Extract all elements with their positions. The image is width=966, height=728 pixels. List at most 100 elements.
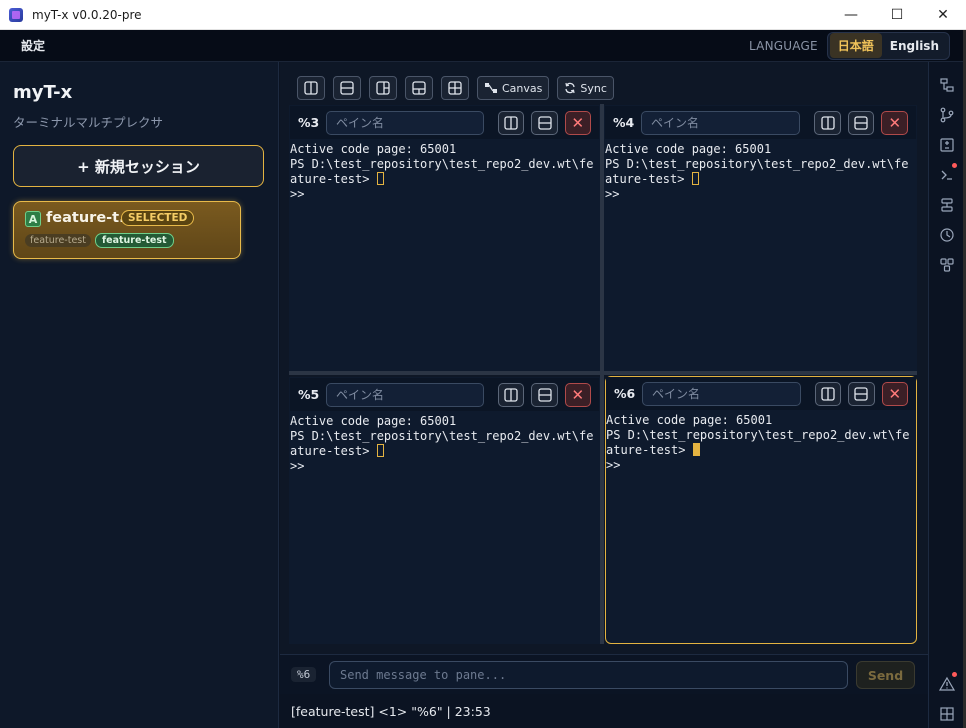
close-window-button[interactable]: ✕	[920, 0, 966, 30]
settings-menu[interactable]: 設定	[21, 37, 45, 54]
history-clock-icon[interactable]	[939, 227, 955, 243]
pane-name-input[interactable]: ペイン名	[326, 382, 484, 407]
pane-close-button[interactable]: ✕	[881, 110, 909, 135]
prompt-text: ature-test>	[606, 443, 693, 457]
sync-label: Sync	[580, 81, 607, 95]
prompt-text: ature-test>	[290, 444, 377, 458]
pane-split-vertical-button[interactable]	[497, 110, 525, 135]
minimize-button[interactable]: —	[828, 0, 874, 30]
layout-bottom-icon	[412, 81, 426, 95]
pane-name-input[interactable]: ペイン名	[326, 110, 484, 135]
prompt-text: ature-test>	[605, 172, 692, 186]
terminal-output[interactable]: Active code page: 65001 PS D:\test_reposi…	[606, 410, 916, 473]
session-card[interactable]: A feature-t... SELECTED feature-test fea…	[13, 201, 241, 259]
split-horizontal-icon	[537, 115, 552, 130]
pane-header: %3 ペイン名 ✕	[290, 106, 599, 139]
close-icon: ✕	[571, 385, 585, 404]
git-branch-icon[interactable]	[939, 107, 955, 123]
canvas-icon	[485, 83, 497, 93]
close-icon: ✕	[888, 384, 902, 403]
terminal-pane[interactable]: %4 ペイン名 ✕ Active code page: 65001 PS D:\test…	[604, 105, 917, 371]
terminal-line: ature-test>	[290, 444, 599, 459]
warning-dot	[952, 672, 957, 677]
pane-name-input[interactable]: ペイン名	[641, 110, 801, 135]
terminal-line: PS D:\test_repository\test_repo2_dev.wt\…	[290, 157, 594, 171]
title-bar: myT-x v0.0.20-pre — ☐ ✕	[0, 0, 966, 30]
layout-bottom-button[interactable]	[405, 76, 433, 100]
pane-name-input[interactable]: ペイン名	[642, 381, 801, 406]
split-horizontal-button[interactable]	[333, 76, 361, 100]
pane-close-button[interactable]: ✕	[564, 110, 592, 135]
status-bar: [feature-test] <1> "%6" | 23:53	[280, 694, 928, 728]
pane-close-button[interactable]: ✕	[881, 381, 909, 406]
terminal-line: Active code page: 65001	[605, 142, 772, 156]
window-title: myT-x v0.0.20-pre	[32, 7, 142, 22]
terminal-pane-active[interactable]: %6 ペイン名 ✕ Active code page: 65001 PS D:\test…	[605, 376, 917, 644]
layout-right-button[interactable]	[369, 76, 397, 100]
diff-icon[interactable]	[939, 137, 955, 153]
split-vertical-icon	[304, 81, 318, 95]
status-text: [feature-test] <1> "%6" | 23:53	[291, 703, 491, 719]
brand-subtitle: ターミナルマルチプレクサ	[13, 115, 164, 130]
notification-dot	[952, 163, 957, 168]
layout-grid-button[interactable]	[441, 76, 469, 100]
split-vertical-button[interactable]	[297, 76, 325, 100]
terminal-output[interactable]: Active code page: 65001 PS D:\test_reposi…	[605, 139, 916, 202]
lang-ja-button[interactable]: 日本語	[829, 33, 882, 58]
menu-bar: 設定 LANGUAGE 日本語 English	[0, 30, 963, 62]
app-icon	[9, 7, 23, 22]
brand-name: myT-x	[13, 82, 73, 103]
pane-split-horizontal-button[interactable]	[531, 110, 558, 135]
lang-en-button[interactable]: English	[882, 35, 947, 57]
warning-icon[interactable]	[939, 676, 955, 692]
sync-button[interactable]: Sync	[557, 76, 614, 100]
terminal-pane[interactable]: %3 ペイン名 ✕ Active code page: 65001 PS D:\test…	[289, 105, 600, 371]
split-vertical-icon	[820, 115, 835, 130]
grid-icon	[448, 81, 462, 95]
terminal-output[interactable]: Active code page: 65001 PS D:\test_reposi…	[290, 411, 599, 474]
pane-split-horizontal-button[interactable]	[847, 110, 875, 135]
cursor	[376, 444, 384, 457]
layout-toolbar: Canvas Sync	[297, 76, 614, 100]
layout-panels-icon[interactable]	[939, 197, 955, 213]
branch-tag: feature-test	[95, 233, 174, 248]
sidebar: myT-x ターミナルマルチプレクサ + 新規セッション A feature-t…	[0, 62, 279, 728]
split-horizontal-icon	[340, 81, 354, 95]
pane-split-horizontal-button[interactable]	[848, 381, 875, 406]
close-icon: ✕	[571, 113, 585, 132]
file-tree-icon[interactable]	[939, 77, 955, 93]
send-message-input[interactable]: Send message to pane...	[329, 661, 848, 689]
split-vertical-icon	[504, 115, 518, 130]
close-icon: ✕	[888, 113, 902, 132]
mcp-nodes-icon[interactable]	[939, 257, 955, 273]
send-bar: %6 Send message to pane... Send	[280, 654, 928, 694]
terminal-line: PS D:\test_repository\test_repo2_dev.wt\…	[606, 428, 910, 442]
pane-split-horizontal-button[interactable]	[531, 382, 558, 407]
canvas-button[interactable]: Canvas	[477, 76, 550, 100]
terminal-line: PS D:\test_repository\test_repo2_dev.wt\…	[290, 429, 594, 443]
canvas-label: Canvas	[502, 81, 543, 95]
pane-split-vertical-button[interactable]	[814, 381, 842, 406]
pane-split-vertical-button[interactable]	[814, 110, 841, 135]
terminal-pane[interactable]: %5 ペイン名 ✕ Active code page: 65001 PS D:\test…	[289, 377, 600, 644]
send-button[interactable]: Send	[856, 661, 915, 689]
terminal-line: Active code page: 65001	[290, 414, 457, 428]
cursor	[376, 172, 384, 185]
selected-badge: SELECTED	[121, 210, 195, 226]
terminal-output[interactable]: Active code page: 65001 PS D:\test_reposi…	[290, 139, 599, 202]
pane-id: %5	[298, 387, 320, 402]
pane-header: %4 ペイン名 ✕	[605, 106, 916, 139]
pane-close-button[interactable]: ✕	[564, 382, 592, 407]
pane-split-vertical-button[interactable]	[497, 382, 525, 407]
right-rail	[928, 62, 963, 728]
terminal-line: >>	[290, 459, 305, 473]
cursor	[691, 172, 699, 185]
sync-icon	[565, 82, 576, 94]
pane-id: %4	[613, 115, 635, 130]
maximize-button[interactable]: ☐	[874, 0, 920, 30]
terminal-icon[interactable]	[939, 167, 955, 183]
grid-view-icon[interactable]	[939, 706, 955, 722]
session-badge: A	[25, 211, 41, 227]
new-session-button[interactable]: + 新規セッション	[13, 145, 264, 187]
pane-divider-horizontal[interactable]	[289, 371, 917, 375]
